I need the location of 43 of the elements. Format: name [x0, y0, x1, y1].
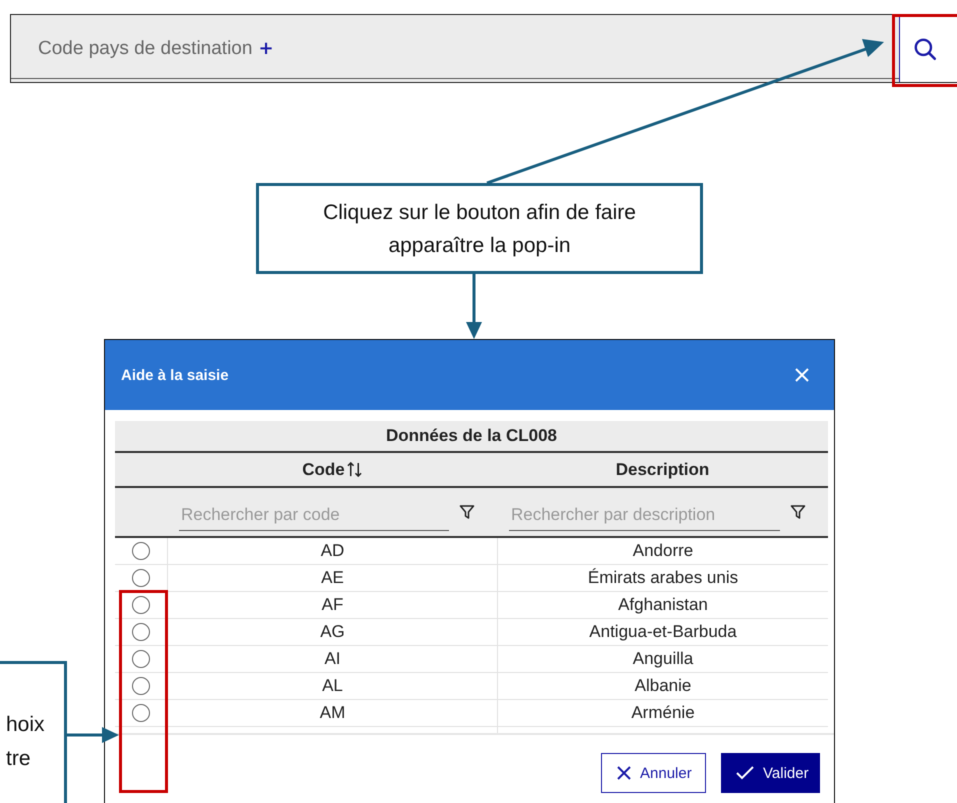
table-cell: AL — [167, 673, 497, 699]
sort-icon[interactable] — [346, 461, 362, 478]
table-cell: Arménie — [497, 700, 828, 726]
check-icon — [735, 765, 755, 781]
cancel-button[interactable]: Annuler — [601, 753, 706, 793]
callout-text: Cliquez sur le bouton afin de faire apparaître la pop-in — [322, 200, 637, 258]
callout-text: hoix — [6, 712, 45, 738]
table-cell: Andorre — [497, 538, 828, 564]
input-field[interactable]: Code pays de destination + — [10, 14, 957, 83]
radio-button[interactable] — [132, 569, 150, 587]
table-cell: AF — [167, 592, 497, 618]
filter-field[interactable]: Rechercher par description — [509, 500, 780, 530]
field-label: Code pays de destination — [38, 38, 252, 60]
close-icon[interactable] — [794, 367, 810, 383]
radio-button[interactable] — [132, 650, 150, 668]
radio-button[interactable] — [132, 542, 150, 560]
radio-button[interactable] — [132, 704, 150, 722]
radio-button[interactable] — [132, 596, 150, 614]
column-header[interactable]: Code — [302, 460, 362, 480]
column-header[interactable]: Description — [616, 460, 710, 480]
filter-icon[interactable] — [459, 504, 475, 520]
table-cell: AI — [167, 646, 497, 672]
table-caption: Données de la CL008 — [115, 421, 828, 453]
table-cell: AG — [167, 619, 497, 645]
radio-button[interactable] — [132, 623, 150, 641]
filter-field[interactable]: Rechercher par code — [179, 500, 449, 530]
validate-button[interactable]: Valider — [721, 753, 820, 793]
close-icon — [616, 765, 632, 781]
table-cell: Afghanistan — [497, 592, 828, 618]
dialog-title: Aide à la saisie — [121, 366, 229, 384]
table-cell: AM — [167, 700, 497, 726]
filter-icon[interactable] — [790, 504, 806, 520]
table-cell: Albanie — [497, 673, 828, 699]
required-mark: + — [258, 38, 274, 58]
callout-text: tre — [6, 746, 31, 772]
table-cell: Émirats arabes unis — [497, 565, 828, 591]
table-cell: Antigua-et-Barbuda — [497, 619, 828, 645]
radio-button[interactable] — [132, 677, 150, 695]
table-cell: AE — [167, 565, 497, 591]
search-button[interactable] — [899, 16, 957, 82]
table-cell: Anguilla — [497, 646, 828, 672]
search-icon — [912, 36, 938, 62]
table-cell: AD — [167, 538, 497, 564]
